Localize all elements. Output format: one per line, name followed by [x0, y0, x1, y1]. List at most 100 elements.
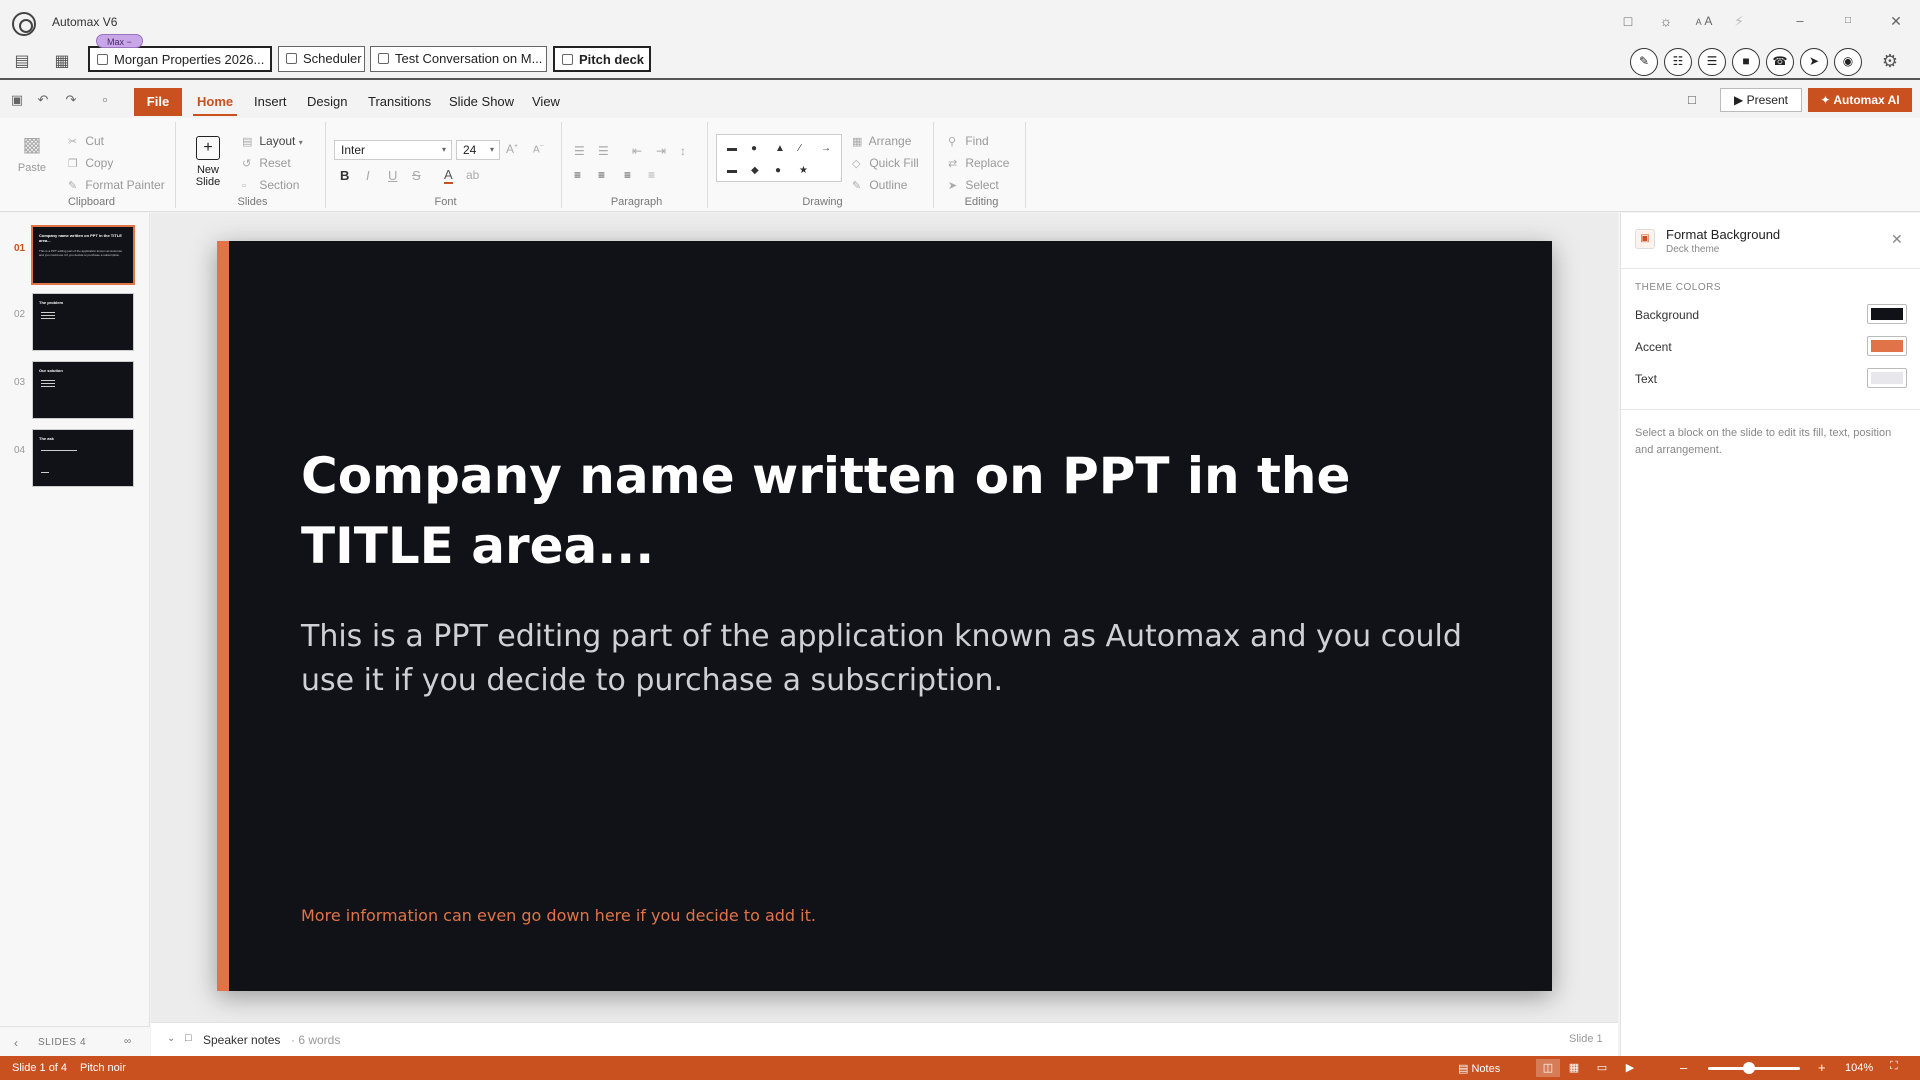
normal-view-icon[interactable]: ◫	[1536, 1059, 1560, 1077]
fit-to-window-icon[interactable]: ⛶	[1890, 1060, 1898, 1073]
increase-indent-icon[interactable]: ⇥	[656, 144, 666, 158]
ribbon-tab-home[interactable]: Home	[192, 94, 238, 116]
phone-icon[interactable]: ☎	[1766, 48, 1794, 76]
sun-icon[interactable]: ☼	[1655, 10, 1677, 32]
ribbon-tab-view[interactable]: View	[532, 94, 560, 109]
align-center-icon[interactable]: ≡	[598, 168, 605, 182]
numbered-list-icon[interactable]: ☰	[598, 144, 609, 158]
gear-icon[interactable]: ⚙	[1878, 49, 1902, 73]
rounded-rect-shape-icon[interactable]: ▬	[727, 165, 737, 176]
zoom-slider-thumb[interactable]	[1743, 1062, 1756, 1074]
section-button[interactable]: ▫ Section	[242, 178, 299, 192]
slideshow-icon[interactable]: ▶	[1618, 1059, 1642, 1077]
tab-morgan-properties[interactable]: Morgan Properties 2026...	[88, 46, 272, 72]
max-badge[interactable]: Max −	[96, 34, 143, 48]
text-size-icon[interactable]: A A	[1690, 10, 1718, 32]
redo-icon[interactable]: ↷	[62, 92, 80, 108]
bullet-list-icon[interactable]: ☰	[574, 144, 585, 158]
reset-button[interactable]: ↺ Reset	[242, 156, 291, 170]
bolt-icon[interactable]: ⚡	[1728, 10, 1750, 32]
minimize-button[interactable]: –	[1786, 10, 1814, 32]
grid-icon[interactable]: ▦	[50, 50, 74, 74]
arrow-shape-icon[interactable]: →	[821, 143, 831, 154]
slide-footer-text[interactable]: More information can even go down here i…	[301, 906, 816, 925]
database-icon[interactable]: ☰	[1698, 48, 1726, 76]
shapes-gallery[interactable]: ▬ ● ▲ ∕ → ▬ ◆ ● ★	[716, 134, 842, 182]
font-family-select[interactable]: Inter ▾	[334, 140, 452, 160]
slide-thumbnail-4[interactable]: The ask	[32, 429, 134, 487]
send-icon[interactable]: ➤	[1800, 48, 1828, 76]
ellipse-shape-icon[interactable]: ●	[775, 165, 781, 176]
accent-color-swatch[interactable]	[1867, 336, 1907, 356]
tab-test-conversation[interactable]: Test Conversation on M...	[370, 46, 547, 72]
cut-button[interactable]: ✂ Cut	[68, 134, 104, 148]
maximize-button[interactable]: □	[1834, 10, 1862, 32]
align-right-icon[interactable]: ≡	[624, 168, 631, 182]
arrange-button[interactable]: ▦ Arrange	[852, 134, 911, 148]
chat-icon[interactable]: ▤	[10, 50, 34, 74]
line-spacing-icon[interactable]: ↕	[680, 144, 686, 158]
zoom-out-icon[interactable]: –	[1680, 1060, 1687, 1075]
font-color-icon[interactable]: A	[444, 168, 453, 184]
align-left-icon[interactable]: ≡	[574, 168, 581, 182]
shrink-font-icon[interactable]: A−	[533, 143, 544, 155]
text-color-swatch[interactable]	[1867, 368, 1907, 388]
open-folder-icon[interactable]: ▫	[96, 92, 114, 108]
chevron-down-icon[interactable]: ⌄	[167, 1033, 175, 1044]
grow-font-icon[interactable]: A+	[506, 142, 518, 156]
save-icon[interactable]: ▣	[8, 92, 26, 108]
notes-toggle[interactable]: ▤ Notes	[1458, 1062, 1500, 1075]
decrease-indent-icon[interactable]: ⇤	[632, 144, 642, 158]
current-slide[interactable]: Company name written on PPT in the TITLE…	[217, 241, 1552, 991]
tab-scheduler[interactable]: Scheduler	[278, 46, 365, 72]
diamond-shape-icon[interactable]: ◆	[751, 165, 759, 176]
copy-button[interactable]: ❐ Copy	[68, 156, 113, 170]
close-window-button[interactable]: ✕	[1882, 10, 1910, 32]
layout-button[interactable]: ▤ Layout ▾	[242, 134, 303, 148]
triangle-shape-icon[interactable]: ▲	[775, 143, 785, 154]
strikethrough-icon[interactable]: S	[412, 168, 421, 183]
ribbon-tab-design[interactable]: Design	[307, 94, 347, 109]
camera-icon[interactable]: □	[1617, 10, 1639, 32]
zoom-in-icon[interactable]: +	[1818, 1060, 1826, 1075]
format-painter-button[interactable]: ✎ Format Painter	[68, 178, 165, 192]
undo-icon[interactable]: ↶	[34, 92, 52, 108]
folder-icon[interactable]: ■	[1732, 48, 1760, 76]
reading-view-icon[interactable]: ▭	[1590, 1059, 1614, 1077]
bold-icon[interactable]: B	[340, 168, 349, 183]
select-button[interactable]: ➤ Select	[948, 178, 999, 192]
star-shape-icon[interactable]: ★	[799, 165, 808, 176]
comment-icon[interactable]: □	[1688, 92, 1706, 108]
ribbon-tab-slide-show[interactable]: Slide Show	[449, 94, 514, 109]
justify-icon[interactable]: ≡	[648, 168, 655, 182]
font-size-select[interactable]: 24 ▾	[456, 140, 500, 160]
slide-thumbnail-2[interactable]: The problem	[32, 293, 134, 351]
ribbon-tab-transitions[interactable]: Transitions	[368, 94, 431, 109]
slide-accent-bar[interactable]	[217, 241, 229, 991]
replace-button[interactable]: ⇄ Replace	[948, 156, 1009, 170]
paste-button[interactable]: ▩ Paste	[14, 132, 50, 174]
file-menu-button[interactable]: File	[134, 88, 182, 116]
find-button[interactable]: ⚲ Find	[948, 134, 989, 148]
speaker-notes-bar[interactable]: ⌄ □ Speaker notes · 6 words Slide 1	[151, 1022, 1618, 1056]
slide-thumbnail-1[interactable]: Company name written on PPT in the TITLE…	[31, 225, 135, 285]
quick-fill-button[interactable]: ◇ Quick Fill	[852, 156, 919, 170]
italic-icon[interactable]: I	[366, 168, 370, 183]
pen-icon[interactable]: ✎	[1630, 48, 1658, 76]
line-shape-icon[interactable]: ∕	[799, 143, 801, 154]
slide-subtitle[interactable]: This is a PPT editing part of the applic…	[301, 615, 1481, 703]
ribbon-tab-insert[interactable]: Insert	[254, 94, 287, 109]
rectangle-shape-icon[interactable]: ▬	[727, 143, 737, 154]
highlight-icon[interactable]: ab	[466, 168, 479, 182]
outline-button[interactable]: ✎ Outline	[852, 178, 907, 192]
message-icon[interactable]: ◉	[1834, 48, 1862, 76]
circle-shape-icon[interactable]: ●	[751, 143, 757, 154]
close-icon[interactable]: ✕	[1891, 231, 1903, 248]
new-slide-button[interactable]: + New Slide	[190, 136, 226, 188]
slide-title[interactable]: Company name written on PPT in the TITLE…	[301, 441, 1501, 581]
slide-thumbnail-3[interactable]: Our solution	[32, 361, 134, 419]
grid-view-icon[interactable]: ∞	[124, 1036, 131, 1047]
collapse-panel-icon[interactable]: ‹	[14, 1036, 18, 1050]
slide-sorter-icon[interactable]: ▦	[1562, 1059, 1586, 1077]
background-color-swatch[interactable]	[1867, 304, 1907, 324]
